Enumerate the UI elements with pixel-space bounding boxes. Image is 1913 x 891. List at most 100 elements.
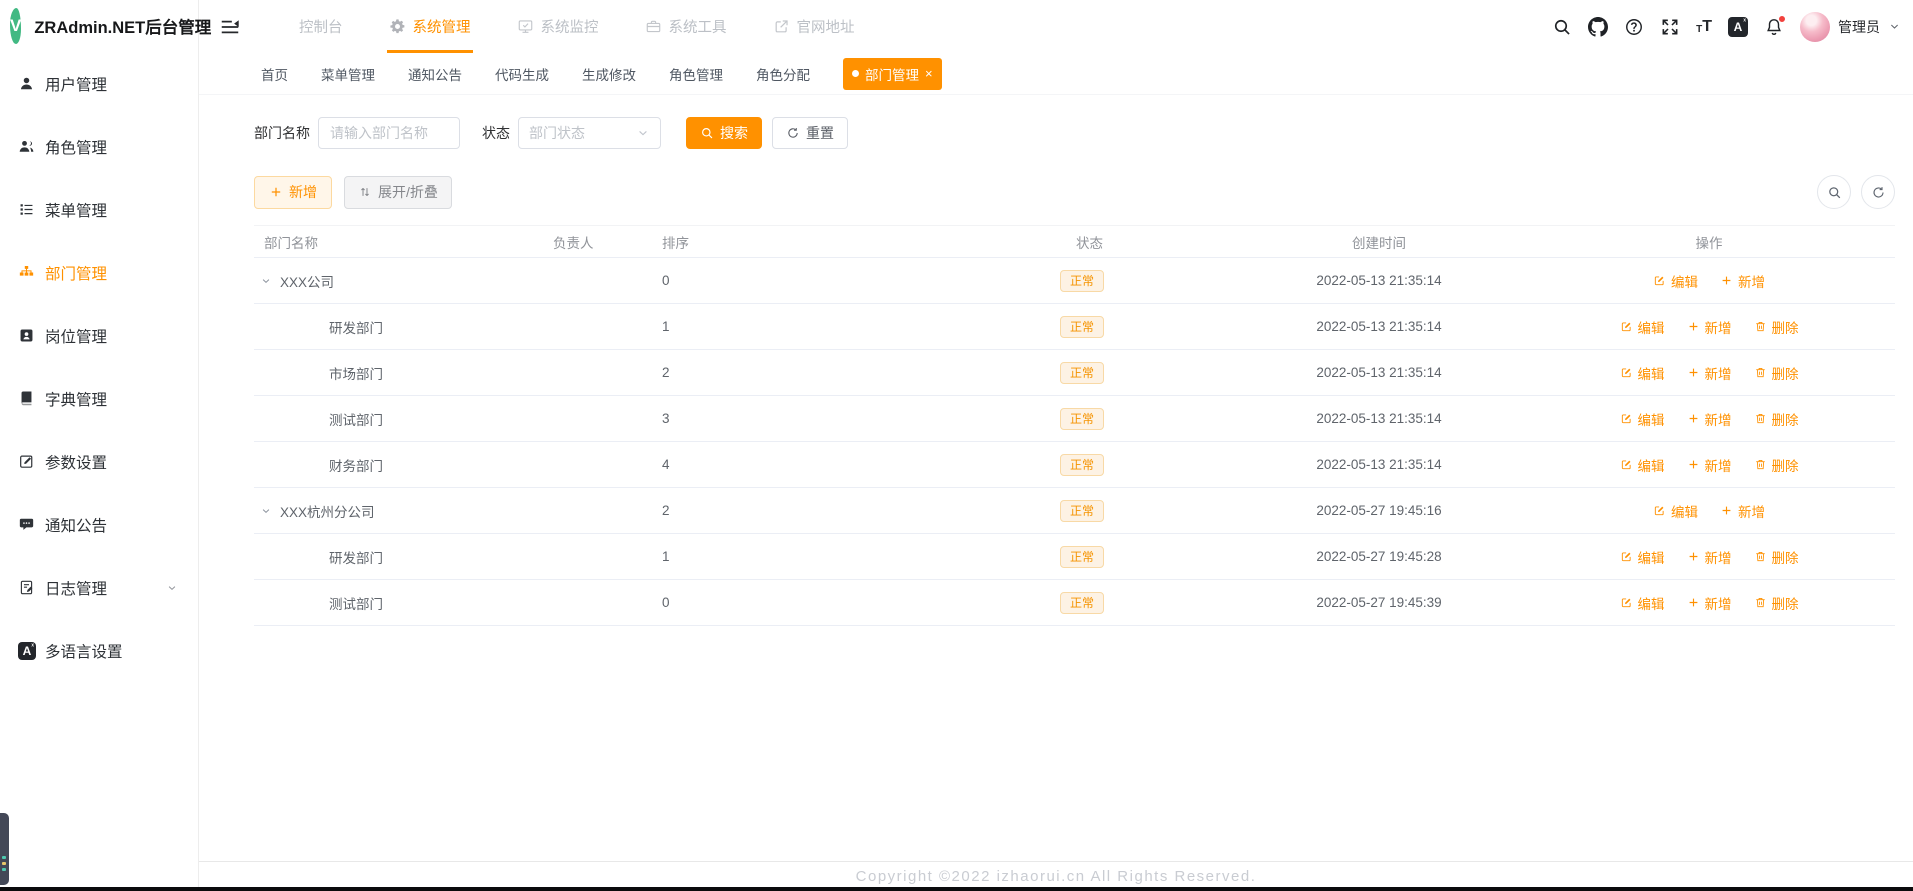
column-header: 部门名称	[264, 235, 318, 251]
refresh-icon	[1871, 185, 1886, 200]
sidebar-item-dictionary[interactable]: 字典管理	[0, 367, 198, 430]
add-child-button[interactable]: 新增	[1687, 593, 1732, 613]
delete-button[interactable]: 删除	[1754, 317, 1799, 337]
dept-name: 财务部门	[329, 458, 383, 474]
sidebar-item-logs[interactable]: 日志管理	[0, 556, 198, 619]
edit-button[interactable]: 编辑	[1620, 593, 1665, 613]
edit-button[interactable]: 编辑	[1620, 363, 1665, 383]
avatar	[1800, 11, 1830, 42]
status-select[interactable]: 部门状态	[518, 117, 661, 149]
sidebar-item-languages[interactable]: Aˣ 多语言设置	[0, 619, 198, 682]
add-child-button[interactable]: 新增	[1687, 317, 1732, 337]
plus-icon	[269, 185, 283, 199]
status-badge: 正常	[1060, 315, 1105, 338]
navbar-tools: TT Aˣ 管理员	[1552, 11, 1901, 42]
reset-button[interactable]: 重置	[772, 117, 848, 149]
edit-button[interactable]: 编辑	[1620, 547, 1665, 567]
plus-icon	[1720, 504, 1733, 517]
nav-item-system-management[interactable]: 系统管理	[386, 0, 473, 53]
search-button[interactable]: 搜索	[686, 117, 762, 149]
sidebar-menu: 用户管理 角色管理 菜单管理 部门管理 岗位管理 字典管理 参数设置 通知公告 …	[0, 52, 198, 682]
close-icon[interactable]: ×	[925, 67, 933, 80]
delete-button[interactable]: 删除	[1754, 593, 1799, 613]
column-header: 创建时间	[1352, 235, 1406, 251]
nav-item-system-tools[interactable]: 系统工具	[645, 0, 727, 53]
trash-icon	[1754, 366, 1767, 379]
status-label: 状态	[482, 125, 510, 141]
user-icon	[18, 75, 35, 92]
sidebar-item-notices[interactable]: 通知公告	[0, 493, 198, 556]
add-child-button[interactable]: 新增	[1720, 271, 1765, 291]
table-row: 财务部门 4 正常 2022-05-13 21:35:14 编辑 新增 删除	[254, 442, 1895, 488]
search-icon	[700, 126, 714, 140]
font-size-icon[interactable]: TT	[1696, 18, 1712, 35]
sidebar-item-departments[interactable]: 部门管理	[0, 241, 198, 304]
tab-notices[interactable]: 通知公告	[408, 64, 462, 84]
dept-order: 1	[662, 319, 670, 334]
edit-button[interactable]: 编辑	[1620, 455, 1665, 475]
edit-button[interactable]: 编辑	[1653, 271, 1698, 291]
dept-name-label: 部门名称	[254, 125, 310, 141]
trash-icon	[1754, 320, 1767, 333]
github-icon[interactable]	[1588, 17, 1608, 37]
nav-item-console[interactable]: 控制台	[299, 0, 343, 53]
add-child-button[interactable]: 新增	[1687, 409, 1732, 429]
sidebar-item-roles[interactable]: 角色管理	[0, 115, 198, 178]
status-badge: 正常	[1060, 361, 1105, 384]
edit-button[interactable]: 编辑	[1620, 317, 1665, 337]
dept-order: 4	[662, 457, 670, 472]
tab-generation-edit[interactable]: 生成修改	[582, 64, 636, 84]
plus-icon	[1687, 458, 1700, 471]
fullscreen-icon[interactable]	[1660, 17, 1680, 37]
sidebar-item-parameters[interactable]: 参数设置	[0, 430, 198, 493]
sidebar-fold-icon[interactable]	[219, 16, 241, 38]
dept-order: 0	[662, 273, 670, 288]
sidebar-item-label: 岗位管理	[45, 328, 108, 346]
language-switch-icon[interactable]: Aˣ	[1728, 16, 1748, 37]
delete-button[interactable]: 删除	[1754, 547, 1799, 567]
sidebar-item-users[interactable]: 用户管理	[0, 52, 198, 115]
sidebar-item-posts[interactable]: 岗位管理	[0, 304, 198, 367]
expand-collapse-label: 展开/折叠	[378, 184, 438, 200]
add-child-button[interactable]: 新增	[1687, 363, 1732, 383]
collapse-caret-icon[interactable]	[260, 505, 272, 517]
edit-icon	[1620, 412, 1633, 425]
book-icon	[18, 390, 35, 407]
delete-button[interactable]: 删除	[1754, 455, 1799, 475]
department-table: 部门名称 负责人 排序 状态 创建时间 操作 XXX公司 0 正常 2022-0…	[254, 225, 1895, 626]
refresh-table-button[interactable]	[1861, 175, 1895, 209]
edit-button[interactable]: 编辑	[1653, 501, 1698, 521]
tab-role-management[interactable]: 角色管理	[669, 64, 723, 84]
table-row: 测试部门 3 正常 2022-05-13 21:35:14 编辑 新增 删除	[254, 396, 1895, 442]
table-row: XXX杭州分公司 2 正常 2022-05-27 19:45:16 编辑 新增	[254, 488, 1895, 534]
tab-department-management[interactable]: 部门管理 ×	[843, 57, 942, 90]
edit-icon	[1653, 504, 1666, 517]
tab-menu-management[interactable]: 菜单管理	[321, 64, 375, 84]
delete-button[interactable]: 删除	[1754, 363, 1799, 383]
dept-name-input[interactable]	[318, 117, 460, 149]
sidebar-item-menus[interactable]: 菜单管理	[0, 178, 198, 241]
collapse-caret-icon[interactable]	[260, 275, 272, 287]
add-button[interactable]: 新增	[254, 175, 332, 209]
nav-item-official-site[interactable]: 官网地址	[773, 0, 855, 53]
expand-collapse-button[interactable]: 展开/折叠	[344, 175, 452, 209]
tab-home[interactable]: 首页	[261, 64, 288, 84]
user-menu[interactable]: 管理员	[1800, 11, 1901, 42]
add-child-button[interactable]: 新增	[1720, 501, 1765, 521]
tab-role-assign[interactable]: 角色分配	[756, 64, 810, 84]
page-content: 部门名称 状态 部门状态 搜索 重置	[199, 95, 1913, 861]
add-child-button[interactable]: 新增	[1687, 455, 1732, 475]
show-search-button[interactable]	[1817, 175, 1851, 209]
table-row: 研发部门 1 正常 2022-05-13 21:35:14 编辑 新增 删除	[254, 304, 1895, 350]
sidebar-item-label: 参数设置	[45, 454, 108, 472]
nav-item-system-monitor[interactable]: 系统监控	[517, 0, 599, 53]
search-icon[interactable]	[1552, 17, 1572, 37]
delete-button[interactable]: 删除	[1754, 409, 1799, 429]
username: 管理员	[1838, 18, 1880, 35]
tab-code-generation[interactable]: 代码生成	[495, 64, 549, 84]
notification-bell[interactable]	[1764, 14, 1786, 37]
roles-icon	[18, 138, 35, 155]
edit-button[interactable]: 编辑	[1620, 409, 1665, 429]
add-child-button[interactable]: 新增	[1687, 547, 1732, 567]
help-icon[interactable]	[1624, 17, 1644, 37]
